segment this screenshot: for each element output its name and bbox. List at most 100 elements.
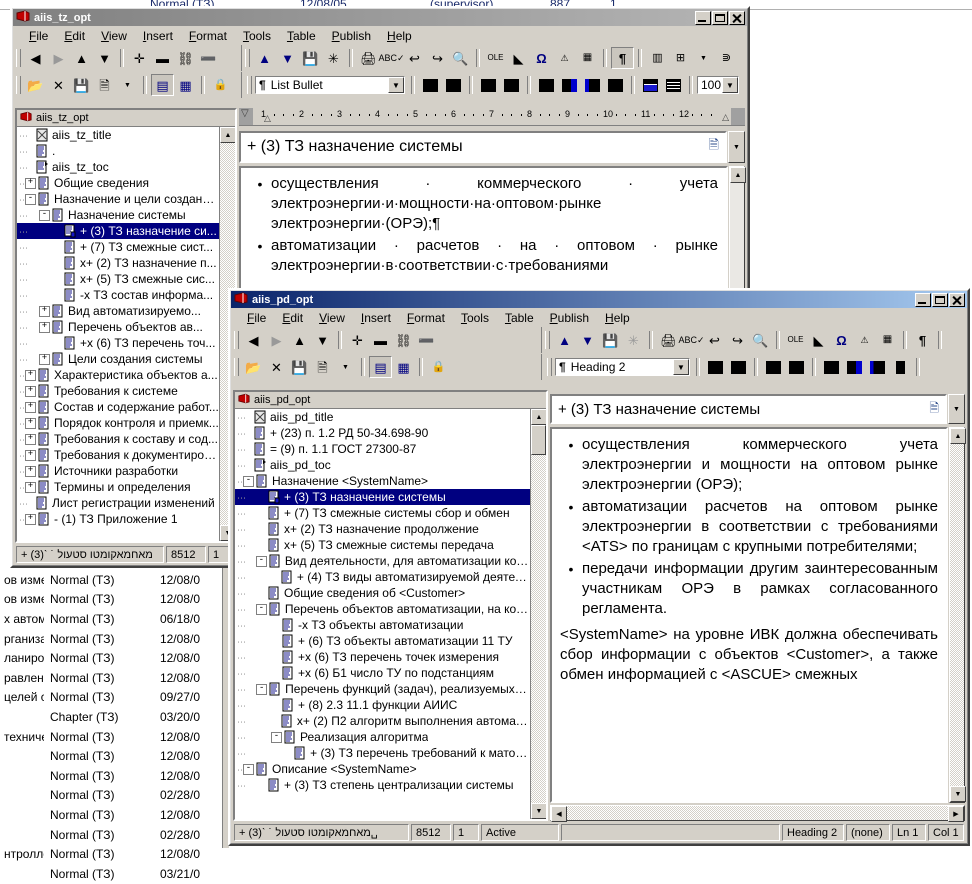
redo-icon[interactable]: ↪ xyxy=(726,329,749,351)
table-row[interactable]: ов измер Normal (ТЗ) 12/08/0 xyxy=(0,590,228,610)
tree-item[interactable]: ⋯ -х ТЗ объекты автоматизации xyxy=(235,617,530,633)
format-swatch-2[interactable] xyxy=(442,74,465,96)
new-doc-icon[interactable]: 🗎 xyxy=(311,356,334,378)
background-document-table[interactable]: ов измер Normal (ТЗ) 12/08/0 ов измер Normal… xyxy=(0,570,228,884)
magic-wand-icon[interactable]: ✳ xyxy=(622,329,645,351)
save-disk-icon[interactable]: 💾 xyxy=(70,74,93,96)
window2-doc-body[interactable]: • осуществления коммерческого учета элект… xyxy=(550,427,948,803)
tree-item[interactable]: ⋯ + Требования к составу и сод... xyxy=(17,431,219,447)
align-left-icon[interactable] xyxy=(820,356,843,378)
table-row[interactable]: ланирова Normal (ТЗ) 12/08/0 xyxy=(0,648,228,668)
table-row[interactable]: равлени Normal (ТЗ) 12/08/0 xyxy=(0,668,228,688)
tree-item[interactable]: ⋯ + (3) ТЗ назначение системы xyxy=(235,489,530,505)
scroll-thumb[interactable] xyxy=(531,425,546,455)
grid-icon[interactable]: ▦ xyxy=(576,47,599,69)
table-row[interactable]: техниче Normal (ТЗ) 12/08/0 xyxy=(0,727,228,747)
doc-bullet-item[interactable]: • осуществления коммерческого учета элект… xyxy=(560,435,938,495)
lock-icon[interactable]: 🔒 xyxy=(427,356,450,378)
menu-item-publish[interactable]: Publish xyxy=(542,310,597,326)
header-row-icon[interactable] xyxy=(639,74,662,96)
scroll-down-button[interactable]: ▼ xyxy=(531,803,546,819)
align-right-icon[interactable] xyxy=(866,356,889,378)
window1-nav-toolbar[interactable]: ◀ ▶ ▲ ▼ ✛ ▬ ⛓ ➖ xyxy=(13,45,242,71)
format-swatch-1[interactable] xyxy=(419,74,442,96)
minus-icon[interactable]: ▬ xyxy=(151,47,174,69)
expand-icon[interactable]: + xyxy=(25,513,36,525)
find-icon[interactable]: 🔍 xyxy=(749,329,772,351)
indent-icon[interactable]: ⋑ xyxy=(715,47,738,69)
format-swatch-4[interactable] xyxy=(500,74,523,96)
print-icon[interactable]: 🖨 xyxy=(657,329,680,351)
menu-item-table[interactable]: Table xyxy=(497,310,542,326)
object-icon[interactable]: ◣ xyxy=(807,329,830,351)
menu-item-format[interactable]: Format xyxy=(181,28,235,44)
align-right-icon[interactable] xyxy=(581,74,604,96)
spellcheck-icon[interactable]: ABC✓ xyxy=(678,329,704,351)
menu-item-edit[interactable]: Edit xyxy=(56,28,93,44)
tree-item[interactable]: ⋯ + Порядок контроля и приемк... xyxy=(17,415,219,431)
window2-tree[interactable]: ⋯ aiis_pd_title ⋯ + (23) п. 1.2 РД 50-34.69… xyxy=(235,409,530,819)
chevron-down-icon[interactable]: ▼ xyxy=(673,359,689,375)
grid-icon[interactable]: ▦ xyxy=(876,329,899,351)
undo-icon[interactable]: ↩ xyxy=(403,47,426,69)
new-doc-icon[interactable]: 🗎 xyxy=(93,74,116,96)
table-row[interactable]: х автома Normal (ТЗ) 06/18/0 xyxy=(0,609,228,629)
print-icon[interactable]: 🖨 xyxy=(357,47,380,69)
window2-tree-scrollbar[interactable]: ▲ ▼ xyxy=(530,409,546,819)
expand-icon[interactable]: + xyxy=(25,177,36,189)
tree-item[interactable]: ⋯ aiis_pd_title xyxy=(235,409,530,425)
tree-item[interactable]: ⋯ + Требования к документиров... xyxy=(17,447,219,463)
minus-icon[interactable]: ▬ xyxy=(369,329,392,351)
toolbar-grip[interactable] xyxy=(16,49,21,67)
tree-item[interactable]: ⋯ + Требования к системе xyxy=(17,383,219,399)
tree-item[interactable]: ⋯ + Термины и определения xyxy=(17,479,219,495)
pilcrow-icon[interactable]: ¶ xyxy=(911,329,934,351)
window1-doc-headline[interactable]: + (3) ТЗ назначение системы 🗎 xyxy=(239,131,727,163)
tree-item[interactable]: ⋯ - Перечень функций (задач), реализуемых … xyxy=(235,681,530,697)
table-row[interactable]: Normal (ТЗ) 02/28/0 xyxy=(0,786,228,806)
menu-item-file[interactable]: File xyxy=(239,310,274,326)
tree-item[interactable]: ⋯ - Описание <SystemName> xyxy=(235,761,530,777)
menu-item-help[interactable]: Help xyxy=(597,310,638,326)
style-combo[interactable]: ¶ List Bullet ▼ xyxy=(255,76,405,94)
window1-maximize-button[interactable] xyxy=(712,10,728,25)
tree-item[interactable]: ⋯ х+ (5) ТЗ смежные системы передача xyxy=(235,537,530,553)
forward-arrow-icon[interactable]: ▶ xyxy=(47,47,70,69)
tree-item[interactable]: ⋯ + Вид автоматизируемо... xyxy=(17,303,219,319)
table-row[interactable]: Normal (ТЗ) 02/28/0 xyxy=(0,825,228,845)
down-arrow-icon[interactable]: ▼ xyxy=(93,47,116,69)
window1-tree-pane[interactable]: aiis_tz_opt ⋯ aiis_tz_title ⋯. ⋯ aiis_tz_toc… xyxy=(15,108,237,543)
format-swatch-4[interactable] xyxy=(785,356,808,378)
menu-item-publish[interactable]: Publish xyxy=(324,28,379,44)
move-up-icon[interactable]: ▲ xyxy=(553,329,576,351)
menu-item-insert[interactable]: Insert xyxy=(353,310,399,326)
doc-paragraph[interactable]: <SystemName> на уровне ИВК должна обеспе… xyxy=(560,625,938,685)
table-icon[interactable]: ▥ xyxy=(646,47,669,69)
window2-minimize-button[interactable] xyxy=(915,292,931,307)
format-swatch-1[interactable] xyxy=(704,356,727,378)
tree-item[interactable]: ⋯ + Состав и содержание работ... xyxy=(17,399,219,415)
window2-doc-hscrollbar[interactable]: ◀ ▶ xyxy=(550,805,965,822)
window2-edit-toolbar[interactable]: ▲ ▼ 💾 ✳ 🖨 ABC✓ ↩ ↪ 🔍 OLE ◣ Ω ⚠ ▦ ¶ xyxy=(542,327,967,353)
scroll-up-button[interactable]: ▲ xyxy=(950,428,966,444)
collapse-icon[interactable]: - xyxy=(256,683,268,695)
tree-item[interactable]: ⋯ +х (6) ТЗ перечень точек измерения xyxy=(235,649,530,665)
move-down-icon[interactable]: ▼ xyxy=(276,47,299,69)
window1-minimize-button[interactable] xyxy=(695,10,711,25)
undo-icon[interactable]: ↩ xyxy=(703,329,726,351)
menu-item-help[interactable]: Help xyxy=(379,28,420,44)
right-indent-marker[interactable]: △ xyxy=(722,112,729,123)
tree-item[interactable]: ⋯ + (6) ТЗ объекты автоматизации 11 ТУ xyxy=(235,633,530,649)
window1-titlebar[interactable]: aiis_tz_opt xyxy=(13,9,747,26)
left-indent-marker[interactable]: ▽ xyxy=(241,108,249,119)
tree-item[interactable]: ⋯ + (7) ТЗ смежные сист... xyxy=(17,239,219,255)
dropdown-arrow-icon[interactable]: ▼ xyxy=(116,74,139,96)
table-row[interactable]: Normal (ТЗ) 12/08/0 xyxy=(0,805,228,825)
window2-headline-dropdown[interactable]: ▼ xyxy=(948,394,965,424)
align-justify-icon[interactable] xyxy=(889,356,912,378)
expand-icon[interactable]: + xyxy=(25,481,36,493)
doc-bullet-item[interactable]: • осуществления · коммерческого · учета э… xyxy=(249,174,718,234)
table-row[interactable]: Normal (ТЗ) 12/08/0 xyxy=(0,746,228,766)
save-icon[interactable]: 💾 xyxy=(599,329,622,351)
scroll-track[interactable] xyxy=(950,444,964,786)
